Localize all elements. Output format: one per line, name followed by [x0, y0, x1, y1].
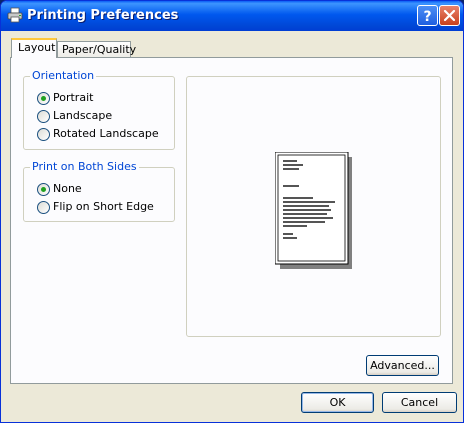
radio-circle: [37, 201, 50, 214]
printer-icon: [7, 7, 23, 23]
orientation-legend: Orientation: [30, 69, 97, 82]
radio-circle: [37, 128, 50, 141]
radio-portrait-label: Portrait: [53, 91, 94, 104]
radio-circle: [37, 92, 50, 105]
radio-circle: [37, 110, 50, 123]
advanced-button[interactable]: Advanced...: [366, 355, 439, 376]
radio-rotated-landscape-label: Rotated Landscape: [53, 127, 159, 140]
close-icon: [443, 9, 456, 22]
radio-landscape-label: Landscape: [53, 109, 113, 122]
radio-flip-short-edge-label: Flip on Short Edge: [53, 200, 154, 213]
svg-text:?: ?: [423, 9, 431, 25]
print-both-sides-legend: Print on Both Sides: [30, 160, 139, 173]
radio-selected-dot: [41, 187, 46, 192]
window-title: Printing Preferences: [27, 8, 179, 23]
layout-preview: [186, 76, 441, 337]
page-preview-icon: [275, 152, 352, 269]
help-icon: ?: [423, 9, 431, 25]
ok-button[interactable]: OK: [301, 392, 374, 413]
tab-paper-quality[interactable]: Paper/Quality: [57, 41, 136, 58]
tab-layout[interactable]: Layout: [11, 38, 57, 58]
radio-circle: [37, 183, 50, 196]
close-button[interactable]: [439, 5, 460, 26]
title-bar[interactable]: Printing Preferences ?: [1, 1, 463, 31]
printing-preferences-window: Printing Preferences ? Layout Paper/Qual…: [0, 0, 464, 423]
help-button[interactable]: ?: [417, 5, 438, 26]
radio-none-label: None: [53, 182, 82, 195]
cancel-button[interactable]: Cancel: [382, 392, 457, 413]
radio-selected-dot: [41, 96, 46, 101]
